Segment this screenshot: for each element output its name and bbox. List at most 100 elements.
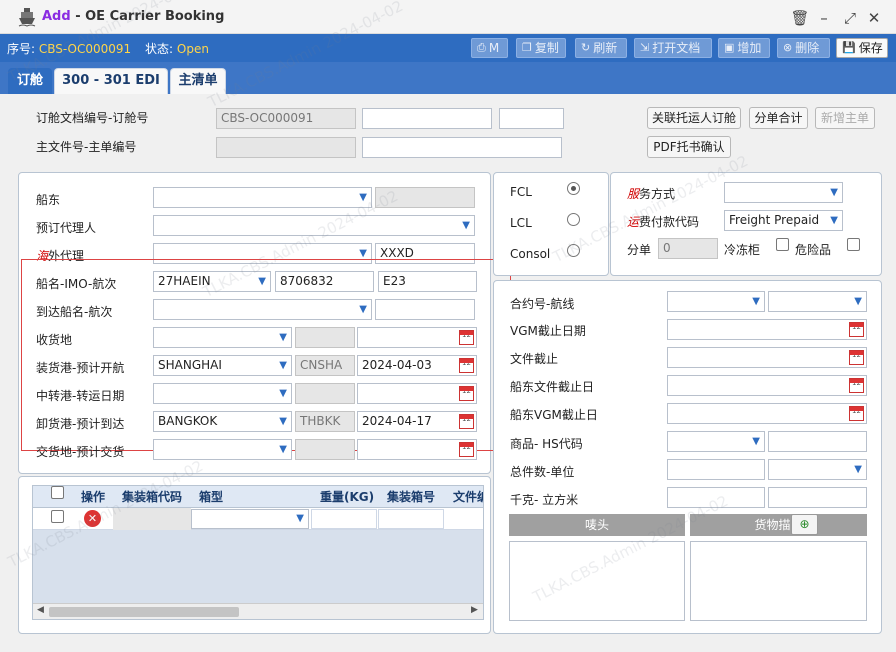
split-label: 分单 <box>627 243 652 257</box>
maximize-icon[interactable]: ⤢ <box>840 8 860 28</box>
calendar-icon[interactable]: 12 <box>849 406 864 421</box>
horizontal-scrollbar[interactable]: ◀ ▶ <box>33 603 483 619</box>
carrier-select[interactable]: ▼ <box>153 187 372 208</box>
tab-booking[interactable]: 订舱 <box>8 68 52 94</box>
calendar-icon[interactable]: 12 <box>849 378 864 393</box>
delete-button[interactable]: ⊗ 删除 <box>777 38 830 58</box>
carrier-vgm-cutoff-field[interactable]: 12 <box>667 403 867 424</box>
route-select[interactable]: ▼ <box>768 291 867 312</box>
container-type-select[interactable]: ▼ <box>191 509 309 529</box>
link-shipper-booking-button[interactable]: 关联托运人订舱 <box>647 107 741 129</box>
voyage-field[interactable]: E23 <box>378 271 477 292</box>
vessel-select[interactable]: 27HAEIN ▼ <box>153 271 271 292</box>
commodity-select[interactable]: ▼ <box>667 431 765 452</box>
calendar-icon[interactable]: 12 <box>459 442 474 457</box>
imo-field[interactable]: 8706832 <box>275 271 374 292</box>
booking-doc-no-field[interactable]: CBS-OC000091 <box>216 108 356 129</box>
title-bar: Add - OE Carrier Booking 🗑 – ⤢ ✕ <box>0 0 896 34</box>
etd-field[interactable]: 2024-04-03 12 <box>357 355 477 376</box>
open-doc-label: 打开文档 <box>652 41 701 55</box>
freight-code-label-text: 费付款代码 <box>639 215 700 229</box>
calendar-icon[interactable]: 12 <box>459 330 474 345</box>
new-master-button[interactable]: 新增主单 <box>815 107 875 129</box>
tab-edi[interactable]: 300 - 301 EDI <box>54 68 168 94</box>
add-description-icon[interactable]: ⊕ <box>791 514 818 535</box>
lcl-radio[interactable] <box>567 213 580 226</box>
contract-select[interactable]: ▼ <box>667 291 765 312</box>
select-all-checkbox[interactable] <box>51 486 64 499</box>
print-label: M <box>488 41 500 55</box>
master-bl-field[interactable] <box>362 137 562 158</box>
delete-row-icon[interactable]: ✕ <box>84 510 101 527</box>
booking-agent-select[interactable]: ▼ <box>153 215 475 236</box>
hs-code-field[interactable] <box>768 431 867 452</box>
calendar-icon[interactable]: 12 <box>849 322 864 337</box>
booking-extra-field[interactable] <box>499 108 564 129</box>
carrier-code-field[interactable] <box>375 187 475 208</box>
minimize-icon[interactable]: – <box>814 8 834 28</box>
pdf-confirm-button[interactable]: PDF托书确认 <box>647 136 731 158</box>
print-button[interactable]: ⎙ M <box>471 38 508 58</box>
calendar-icon[interactable]: 12 <box>459 414 474 429</box>
delivery-code-field[interactable] <box>295 439 355 460</box>
copy-button[interactable]: ❐ 复制 <box>516 38 566 58</box>
dg-checkbox[interactable] <box>847 238 860 251</box>
pol-select[interactable]: SHANGHAI ▼ <box>153 355 292 376</box>
split-count-field[interactable]: 0 <box>658 238 718 259</box>
printer-icon: ⎙ <box>477 41 486 54</box>
calendar-icon[interactable]: 12 <box>849 350 864 365</box>
add-label: 增加 <box>737 41 762 55</box>
fcl-radio[interactable] <box>567 182 580 195</box>
refresh-button[interactable]: ↻ 刷新 <box>575 38 627 58</box>
weight-kg-field[interactable] <box>667 487 765 508</box>
scrollbar-thumb[interactable] <box>49 607 239 617</box>
add-button[interactable]: ▣ 增加 <box>718 38 770 58</box>
delivery-date-field[interactable]: 12 <box>357 439 477 460</box>
service-type-select[interactable]: ▼ <box>724 182 843 203</box>
container-code-cell[interactable] <box>113 508 191 530</box>
pod-select[interactable]: BANGKOK ▼ <box>153 411 292 432</box>
carrier-doc-cutoff-field[interactable]: 12 <box>667 375 867 396</box>
weight-cell[interactable] <box>311 509 377 529</box>
delete-label: 删除 <box>795 41 820 55</box>
trash-icon[interactable]: 🗑 <box>790 8 810 28</box>
arrival-voyage-field[interactable] <box>375 299 475 320</box>
marks-textarea[interactable] <box>509 541 685 621</box>
eta-field[interactable]: 2024-04-17 12 <box>357 411 477 432</box>
reefer-checkbox[interactable] <box>776 238 789 251</box>
save-button[interactable]: 💾 保存 <box>836 38 888 58</box>
pol-code-field[interactable]: CNSHA <box>295 355 355 376</box>
receipt-code-field[interactable] <box>295 327 355 348</box>
transship-code-field[interactable] <box>295 383 355 404</box>
vgm-cutoff-field[interactable]: 12 <box>667 319 867 340</box>
unit-select[interactable]: ▼ <box>768 459 867 480</box>
booking-no-field[interactable] <box>362 108 492 129</box>
calendar-icon[interactable]: 12 <box>459 358 474 373</box>
close-icon[interactable]: ✕ <box>864 8 884 28</box>
description-textarea[interactable] <box>690 541 867 621</box>
container-no-cell[interactable] <box>378 509 444 529</box>
vgm-cutoff-label: VGM截止日期 <box>510 324 586 338</box>
master-file-field[interactable] <box>216 137 356 158</box>
transship-date-field[interactable]: 12 <box>357 383 477 404</box>
calendar-icon[interactable]: 12 <box>459 386 474 401</box>
tab-manifest[interactable]: 主清单 <box>170 68 226 94</box>
open-document-button[interactable]: ⇲ 打开文档 <box>634 38 712 58</box>
consol-radio[interactable] <box>567 244 580 257</box>
arrival-vessel-select[interactable]: ▼ <box>153 299 372 320</box>
freight-code-label: 运费付款代码 <box>627 213 699 230</box>
delivery-select[interactable]: ▼ <box>153 439 292 460</box>
pod-code-field[interactable]: THBKK <box>295 411 355 432</box>
transship-select[interactable]: ▼ <box>153 383 292 404</box>
doc-cutoff-field[interactable]: 12 <box>667 347 867 368</box>
freight-code-select[interactable]: Freight Prepaid ▼ <box>724 210 843 231</box>
row-checkbox[interactable] <box>51 510 64 523</box>
packages-field[interactable] <box>667 459 765 480</box>
volume-cbm-field[interactable] <box>768 487 867 508</box>
receipt-select[interactable]: ▼ <box>153 327 292 348</box>
split-total-button[interactable]: 分单合计 <box>749 107 808 129</box>
pod-value: BANGKOK <box>158 414 218 428</box>
receipt-date-field[interactable]: 12 <box>357 327 477 348</box>
scroll-left-icon[interactable]: ◀ <box>37 605 44 615</box>
scroll-right-icon[interactable]: ▶ <box>471 605 478 615</box>
